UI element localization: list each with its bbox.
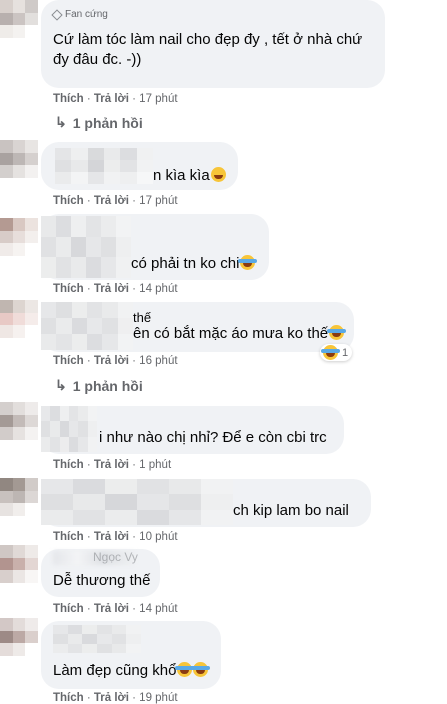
avatar[interactable] xyxy=(0,545,38,583)
reply-link[interactable]: Trả lời xyxy=(94,195,129,207)
comment-bubble: Ngọc Vy Dễ thương thế xyxy=(41,549,160,597)
like-link[interactable]: Thích xyxy=(53,355,84,367)
replies-count: 1 phản hồi xyxy=(72,114,143,131)
comment-bubble: Làm đẹp cũng khổ xyxy=(41,621,221,689)
like-link[interactable]: Thích xyxy=(53,531,84,543)
comment-actions: Thích · Trả lời · 14 phút xyxy=(53,603,178,615)
tears-of-joy-emoji xyxy=(191,662,211,677)
like-link[interactable]: Thích xyxy=(53,195,84,207)
tears-of-joy-emoji xyxy=(327,325,347,340)
timestamp[interactable]: 14 phút xyxy=(139,603,177,615)
view-replies-button[interactable]: ↳ 1 phản hồi xyxy=(55,114,143,131)
like-link[interactable]: Thích xyxy=(53,459,84,471)
reply-link[interactable]: Trả lời xyxy=(94,93,129,105)
timestamp[interactable]: 10 phút xyxy=(139,531,177,543)
reaction-count: 1 xyxy=(342,346,349,359)
avatar[interactable] xyxy=(0,218,38,256)
comment-text: Dễ thương thế xyxy=(53,572,151,589)
comment-text: có phải tn ko chi xyxy=(131,255,240,272)
comment-text: i như nào chị nhỉ? Để e còn cbi trc xyxy=(99,429,327,446)
comment-actions: Thích · Trả lời · 10 phút xyxy=(53,531,178,543)
comment-text: Cứ làm tóc làm nail cho đẹp đy , tết ở n… xyxy=(53,31,363,68)
blurred-name xyxy=(41,216,131,278)
blurred-name xyxy=(53,625,141,653)
comment-text: ên có bắt mặc áo mưa ko thế xyxy=(133,325,329,342)
replies-count: 1 phản hồi xyxy=(72,377,143,394)
comment-text-row: có phải tn ko chi xyxy=(131,254,258,274)
reply-link[interactable]: Trả lời xyxy=(94,531,129,543)
fan-badge: Fan cứng xyxy=(51,8,108,21)
comment-text-row: Làm đẹp cũng khổ xyxy=(53,661,211,681)
reply-link[interactable]: Trả lời xyxy=(94,283,129,295)
tears-of-joy-emoji xyxy=(321,345,340,360)
like-link[interactable]: Thích xyxy=(53,692,84,704)
reply-link[interactable]: Trả lời xyxy=(94,355,129,367)
comment-bubble: i như nào chị nhỉ? Để e còn cbi trc xyxy=(41,406,344,454)
timestamp[interactable]: 16 phút xyxy=(139,355,177,367)
comment-actions: Thích · Trả lời · 17 phút xyxy=(53,93,178,105)
comment-name-fragment: Ngọc Vy xyxy=(93,550,138,564)
comment-actions: Thích · Trả lời · 19 phút xyxy=(53,692,178,704)
comment-actions: Thích · Trả lời · 1 phút xyxy=(53,459,172,471)
reply-link[interactable]: Trả lời xyxy=(94,603,129,615)
timestamp[interactable]: 14 phút xyxy=(139,283,177,295)
comment-bubble: n kìa kìa xyxy=(41,142,238,190)
reply-arrow-icon: ↳ xyxy=(55,114,67,130)
laughing-emoji xyxy=(210,167,226,182)
reply-link[interactable]: Trả lời xyxy=(94,459,129,471)
blurred-name xyxy=(55,148,153,184)
comment-text: Làm đẹp cũng khổ xyxy=(53,662,177,679)
avatar[interactable] xyxy=(0,140,38,178)
like-link[interactable]: Thích xyxy=(53,283,84,295)
timestamp[interactable]: 1 phút xyxy=(139,459,171,471)
avatar[interactable] xyxy=(0,0,38,38)
like-link[interactable]: Thích xyxy=(53,603,84,615)
comment-bubble: thế ên có bắt mặc áo mưa ko thế xyxy=(41,302,354,352)
like-link[interactable]: Thích xyxy=(53,93,84,105)
tears-of-joy-emoji xyxy=(175,662,195,677)
blurred-name xyxy=(41,302,133,350)
comment-bubble: có phải tn ko chi xyxy=(41,214,269,280)
blurred-name xyxy=(41,406,97,452)
reply-arrow-icon: ↳ xyxy=(55,377,67,393)
comment-actions: Thích · Trả lời · 17 phút xyxy=(53,195,178,207)
avatar[interactable] xyxy=(0,618,38,656)
badge-label: Fan cứng xyxy=(65,9,108,20)
view-replies-button[interactable]: ↳ 1 phản hồi xyxy=(55,377,143,394)
diamond-icon xyxy=(51,8,63,21)
timestamp[interactable]: 17 phút xyxy=(139,195,177,207)
comment-text: n kìa kìa xyxy=(153,167,210,184)
timestamp[interactable]: 17 phút xyxy=(139,93,177,105)
reaction-summary[interactable]: 1 xyxy=(320,344,353,361)
tears-of-joy-emoji xyxy=(238,255,258,270)
avatar[interactable] xyxy=(0,402,38,440)
avatar[interactable] xyxy=(0,478,38,516)
avatar[interactable] xyxy=(0,300,38,338)
comment-text-row: n kìa kìa xyxy=(153,166,226,186)
timestamp[interactable]: 19 phút xyxy=(139,692,177,704)
blurred-name xyxy=(41,479,233,525)
comment-actions: Thích · Trả lời · 14 phút xyxy=(53,283,178,295)
reply-link[interactable]: Trả lời xyxy=(94,692,129,704)
comment-text: ch kip lam bo nail xyxy=(233,502,349,519)
comment-bubble: ch kip lam bo nail xyxy=(41,479,371,527)
comment-actions: Thích · Trả lời · 16 phút xyxy=(53,355,178,367)
comment-text-row: ên có bắt mặc áo mưa ko thế xyxy=(133,324,347,344)
